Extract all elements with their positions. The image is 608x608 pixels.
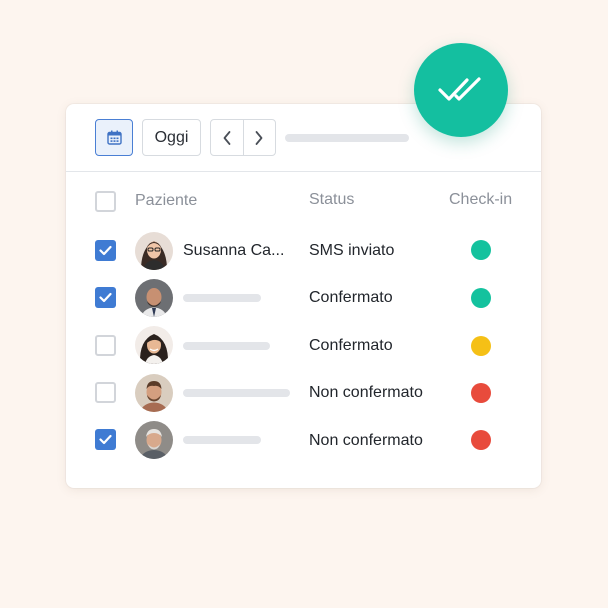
avatar <box>135 279 173 317</box>
checkin-status-dot <box>471 430 491 450</box>
date-placeholder-bar <box>285 134 409 142</box>
calendar-button[interactable] <box>95 119 133 156</box>
confirmed-badge <box>414 43 508 137</box>
status-text: Non confermato <box>309 384 423 401</box>
double-check-icon <box>438 77 481 101</box>
checkin-status-dot <box>471 240 491 260</box>
column-header-status: Status <box>309 191 355 208</box>
calendar-icon <box>106 130 122 145</box>
name-placeholder-bar <box>183 389 290 397</box>
checkmark-icon <box>99 292 112 303</box>
patient-name: Susanna Ca... <box>183 242 285 259</box>
column-header-patient: Paziente <box>135 192 198 209</box>
row-checkbox[interactable] <box>95 287 116 308</box>
today-button[interactable]: Oggi <box>142 119 201 156</box>
name-placeholder-bar <box>183 294 261 302</box>
name-placeholder-bar <box>183 436 261 444</box>
row-checkbox[interactable] <box>95 382 116 403</box>
checkin-status-dot <box>471 288 491 308</box>
status-text: Non confermato <box>309 432 423 449</box>
appointments-card: Oggi Paziente Status Check-in Susanna Ca… <box>66 104 541 488</box>
toolbar-divider <box>66 171 541 172</box>
name-placeholder-bar <box>183 342 270 350</box>
status-text: Confermato <box>309 289 393 306</box>
chevron-left-icon <box>223 130 231 145</box>
date-navigation <box>210 119 276 156</box>
status-text: SMS inviato <box>309 242 395 259</box>
avatar <box>135 326 173 364</box>
checkmark-icon <box>99 434 112 445</box>
status-text: Confermato <box>309 337 393 354</box>
select-all-checkbox[interactable] <box>95 191 116 212</box>
avatar <box>135 232 173 270</box>
avatar <box>135 421 173 459</box>
chevron-right-icon <box>255 130 263 145</box>
row-checkbox[interactable] <box>95 429 116 450</box>
previous-button[interactable] <box>211 120 243 155</box>
row-checkbox[interactable] <box>95 335 116 356</box>
checkin-status-dot <box>471 383 491 403</box>
column-header-checkin: Check-in <box>449 191 513 208</box>
row-checkbox[interactable] <box>95 240 116 261</box>
next-button[interactable] <box>242 120 276 155</box>
checkmark-icon <box>99 245 112 256</box>
checkin-status-dot <box>471 336 491 356</box>
avatar <box>135 374 173 412</box>
